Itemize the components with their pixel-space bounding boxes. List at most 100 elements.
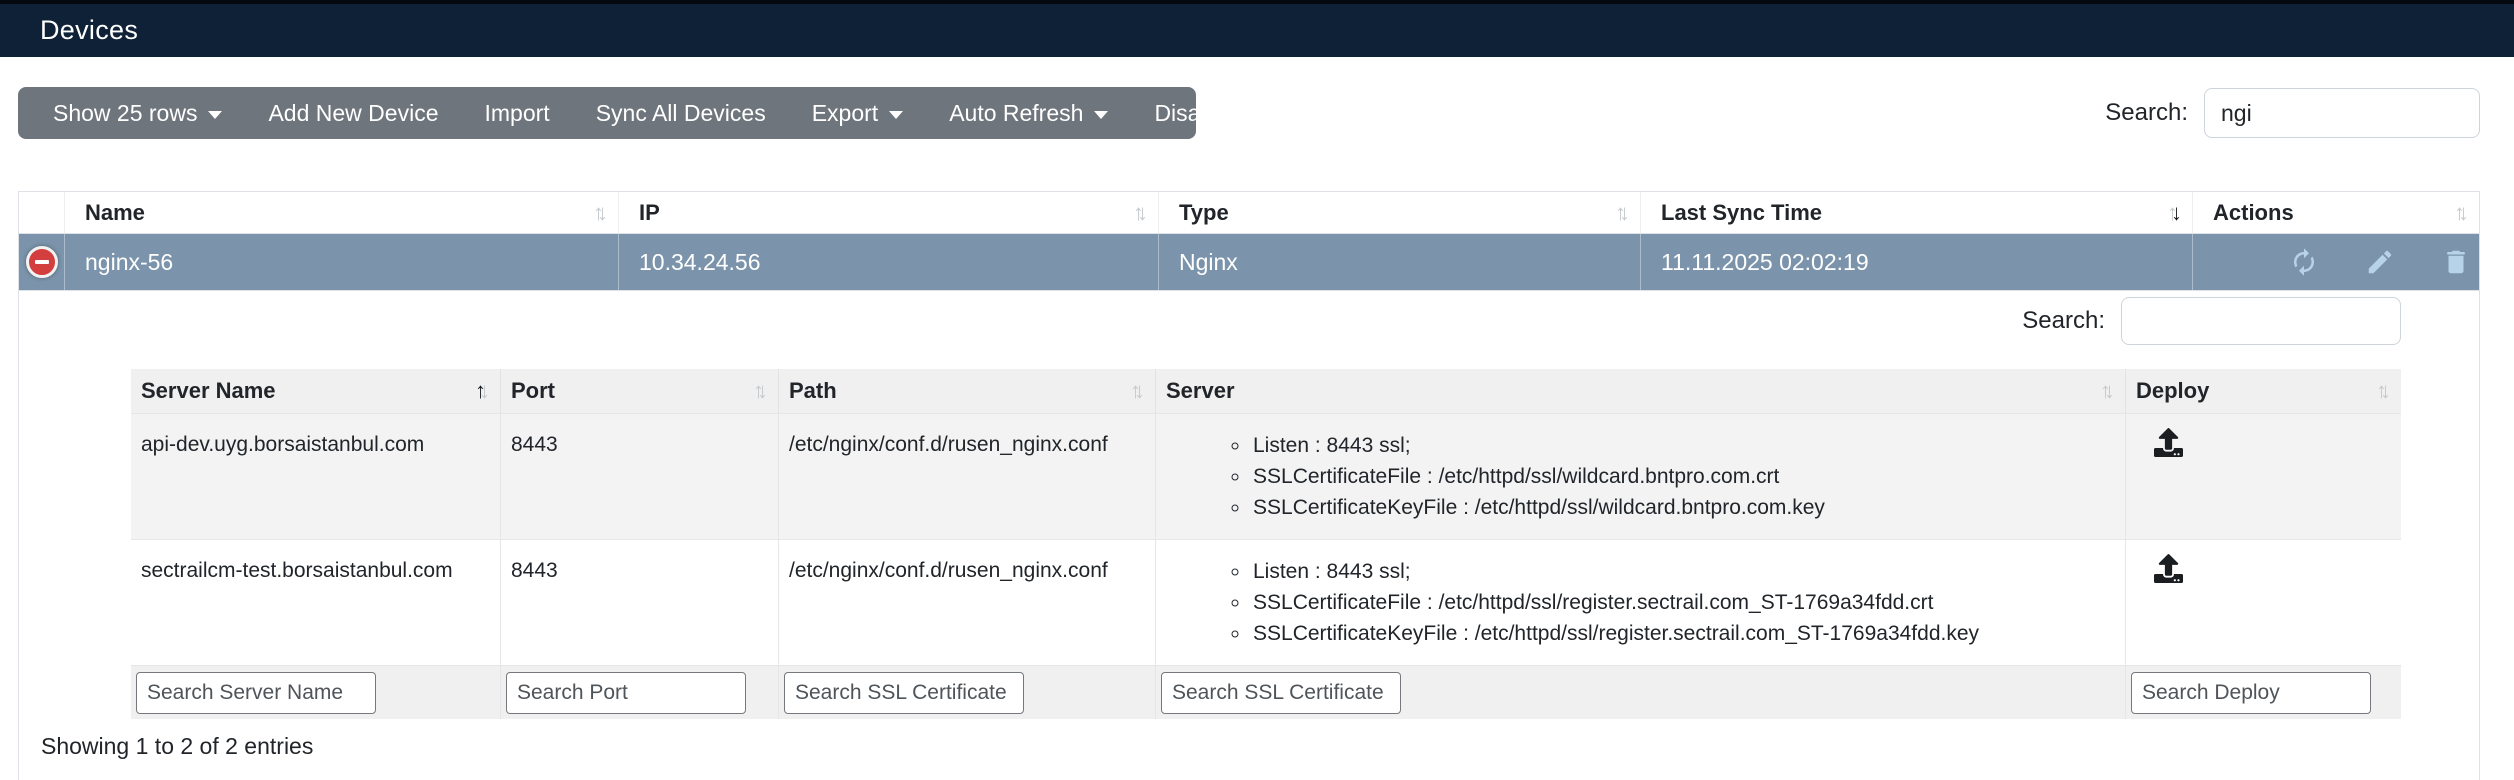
column-label: Path [789, 378, 837, 403]
server-config-cell: Listen : 8443 ssl; SSLCertificateFile : … [1156, 414, 2126, 539]
device-name-cell: nginx-56 [65, 234, 619, 290]
show-rows-button[interactable]: Show 25 rows [30, 87, 245, 139]
filter-deploy-input[interactable] [2131, 672, 2371, 714]
expanded-device-panel: Search: Server Name ↑↓ Port ↑↓ Path ↑↓ S… [19, 291, 2479, 780]
column-label: Server Name [141, 378, 276, 403]
servers-table-header: Server Name ↑↓ Port ↑↓ Path ↑↓ Server ↑↓ [131, 369, 2401, 413]
sort-icon: ↑↓ [593, 199, 608, 225]
sort-icon: ↑↓ [1130, 378, 1145, 403]
toolbar: Show 25 rows Add New Device Import Sync … [18, 87, 1244, 139]
config-line: SSLCertificateKeyFile : /etc/httpd/ssl/r… [1251, 618, 2115, 649]
servers-table-footer [131, 665, 2401, 719]
device-row: nginx-56 10.34.24.56 Nginx 11.11.2025 02… [19, 234, 2479, 291]
import-button[interactable]: Import [462, 87, 573, 139]
filter-ssl-certificate-key-input[interactable] [1161, 672, 1401, 714]
sync-all-devices-label: Sync All Devices [595, 99, 766, 126]
column-label: Port [511, 378, 555, 403]
column-header-port[interactable]: Port ↑↓ [501, 369, 779, 413]
column-header-deploy[interactable]: Deploy ↑↓ [2126, 369, 2401, 413]
upload-icon[interactable] [2154, 428, 2183, 457]
column-label: Name [85, 199, 145, 225]
column-header-control [19, 192, 65, 233]
caret-down-icon [1094, 110, 1109, 119]
devices-search-input[interactable] [2204, 88, 2480, 138]
disabled-button[interactable]: Disabled [1131, 87, 1267, 139]
column-header-server-name[interactable]: Server Name ↑↓ [131, 369, 501, 413]
row-toggle-cell [19, 234, 65, 290]
footer-filter-port [501, 666, 779, 719]
column-header-type[interactable]: Type ↑↓ [1159, 192, 1641, 233]
sort-asc-icon: ↑↓ [475, 378, 490, 403]
sync-icon[interactable] [2289, 247, 2319, 277]
path-cell: /etc/nginx/conf.d/rusen_nginx.conf [779, 540, 1156, 665]
search-label: Search: [2022, 307, 2105, 334]
devices-page: Devices Show 25 rows Add New Device Impo… [0, 0, 2514, 780]
server-config-cell: Listen : 8443 ssl; SSLCertificateFile : … [1156, 540, 2126, 665]
config-line: Listen : 8443 ssl; [1251, 430, 2115, 461]
footer-filter-server-name [131, 666, 501, 719]
search-label: Search: [2105, 99, 2188, 126]
column-header-ip[interactable]: IP ↑↓ [619, 192, 1159, 233]
column-header-name[interactable]: Name ↑↓ [65, 192, 619, 233]
config-line: SSLCertificateKeyFile : /etc/httpd/ssl/w… [1251, 492, 2115, 523]
column-header-actions[interactable]: Actions ↑↓ [2193, 192, 2479, 233]
sort-icon: ↑↓ [2100, 378, 2115, 403]
entries-info: Showing 1 to 2 of 2 entries [41, 733, 314, 759]
show-rows-label: Show 25 rows [53, 99, 198, 126]
upload-icon[interactable] [2154, 554, 2183, 583]
server-config-list: Listen : 8443 ssl; SSLCertificateFile : … [1166, 556, 2115, 649]
filter-port-input[interactable] [506, 672, 746, 714]
server-name-cell: sectrailcm-test.borsaistanbul.com [131, 540, 501, 665]
export-button[interactable]: Export [789, 87, 926, 139]
delete-icon[interactable] [2441, 247, 2471, 277]
column-label: Last Sync Time [1661, 199, 1822, 225]
servers-search: Search: [2022, 297, 2401, 345]
filter-server-name-input[interactable] [136, 672, 376, 714]
add-new-device-label: Add New Device [268, 99, 439, 126]
footer-filter-deploy [2126, 666, 2401, 719]
column-label: IP [639, 199, 660, 225]
path-cell: /etc/nginx/conf.d/rusen_nginx.conf [779, 414, 1156, 539]
edit-icon[interactable] [2365, 247, 2395, 277]
servers-search-input[interactable] [2121, 297, 2401, 345]
servers-table: Server Name ↑↓ Port ↑↓ Path ↑↓ Server ↑↓ [131, 369, 2401, 719]
sort-desc-icon: ↑↓ [2167, 199, 2182, 225]
caret-down-icon [889, 110, 904, 119]
column-header-server[interactable]: Server ↑↓ [1156, 369, 2126, 413]
collapse-row-icon[interactable] [25, 246, 58, 278]
import-label: Import [484, 99, 550, 126]
server-name-cell: api-dev.uyg.borsaistanbul.com [131, 414, 501, 539]
config-line: SSLCertificateFile : /etc/httpd/ssl/regi… [1251, 587, 2115, 618]
disabled-label: Disabled [1154, 99, 1244, 126]
auto-refresh-label: Auto Refresh [949, 99, 1084, 126]
device-type-cell: Nginx [1159, 234, 1641, 290]
deploy-cell [2126, 540, 2401, 665]
sort-icon: ↑↓ [753, 378, 768, 403]
server-config-list: Listen : 8443 ssl; SSLCertificateFile : … [1166, 430, 2115, 523]
column-label: Type [1179, 199, 1229, 225]
sort-icon: ↑↓ [1133, 199, 1148, 225]
sync-all-devices-button[interactable]: Sync All Devices [573, 87, 789, 139]
device-ip-cell: 10.34.24.56 [619, 234, 1159, 290]
column-header-path[interactable]: Path ↑↓ [779, 369, 1156, 413]
footer-filter-ssl-certificate-key [1156, 666, 2126, 719]
export-label: Export [811, 99, 879, 126]
page-title: Devices [40, 15, 139, 45]
filter-ssl-certificate-file-input[interactable] [784, 672, 1024, 714]
devices-table: Name ↑↓ IP ↑↓ Type ↑↓ Last Sync Time ↑↓ … [18, 191, 2480, 780]
devices-table-header: Name ↑↓ IP ↑↓ Type ↑↓ Last Sync Time ↑↓ … [19, 192, 2479, 234]
minus-glyph [34, 260, 49, 264]
server-row: api-dev.uyg.borsaistanbul.com 8443 /etc/… [131, 413, 2401, 539]
config-line: SSLCertificateFile : /etc/httpd/ssl/wild… [1251, 461, 2115, 492]
auto-refresh-button[interactable]: Auto Refresh [926, 87, 1131, 139]
app-header: Devices [0, 4, 2514, 57]
column-label: Server [1166, 378, 1235, 403]
devices-search: Search: [2000, 88, 2480, 138]
column-label: Deploy [2136, 378, 2210, 403]
server-row: sectrailcm-test.borsaistanbul.com 8443 /… [131, 539, 2401, 665]
column-header-last-sync-time[interactable]: Last Sync Time ↑↓ [1641, 192, 2193, 233]
add-new-device-button[interactable]: Add New Device [245, 87, 461, 139]
sort-icon: ↑↓ [2376, 378, 2391, 403]
device-last-sync-cell: 11.11.2025 02:02:19 [1641, 234, 2193, 290]
device-actions-cell [2193, 234, 2479, 290]
